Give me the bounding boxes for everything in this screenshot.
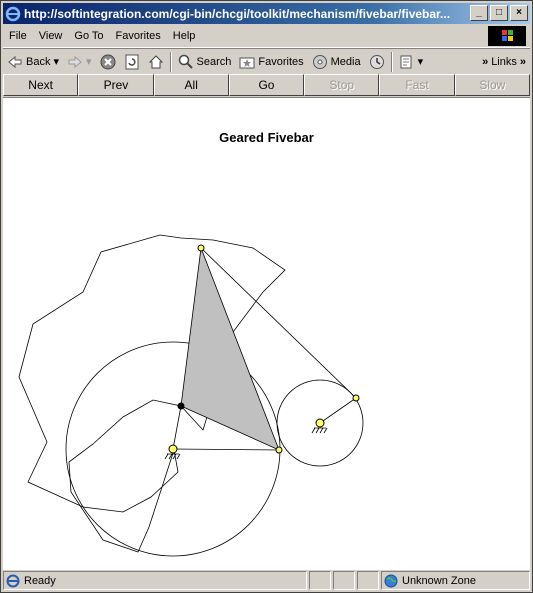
status-cell xyxy=(333,571,355,590)
ie-logo-icon xyxy=(5,6,21,21)
security-zone[interactable]: Unknown Zone xyxy=(381,571,530,590)
all-button[interactable]: All xyxy=(153,74,229,96)
animation-control-bar: Next Prev All Go Stop Fast Slow xyxy=(3,74,530,96)
mail-icon xyxy=(400,55,412,68)
search-icon xyxy=(178,54,193,69)
standard-toolbar: Back ▾ ▾ Search Favorites Media ▾ » Link… xyxy=(3,48,530,75)
media-button[interactable]: Media xyxy=(308,51,365,73)
link-right-crank xyxy=(319,397,357,424)
favorites-icon xyxy=(239,57,255,68)
back-button[interactable]: Back ▾ xyxy=(3,51,63,73)
close-button[interactable]: × xyxy=(510,5,528,21)
status-cell xyxy=(357,571,379,590)
title-bar[interactable]: http://softintegration.com/cgi-bin/chcgi… xyxy=(3,3,530,24)
forward-arrow-icon xyxy=(68,55,82,68)
history-icon xyxy=(369,54,384,69)
forward-dropdown-icon[interactable]: ▾ xyxy=(86,55,92,68)
stop-animation-button: Stop xyxy=(304,74,380,96)
menu-go-to[interactable]: Go To xyxy=(68,30,109,42)
stop-button[interactable] xyxy=(96,51,120,73)
menu-help[interactable]: Help xyxy=(167,30,202,42)
status-main: Ready xyxy=(3,571,307,590)
zone-label: Unknown Zone xyxy=(402,574,476,587)
go-button[interactable]: Go xyxy=(228,74,305,96)
page-content: Geared Fivebar xyxy=(3,97,530,570)
history-button[interactable] xyxy=(365,51,389,73)
menu-favorites[interactable]: Favorites xyxy=(110,30,167,42)
globe-icon xyxy=(384,574,398,587)
window-title: http://softintegration.com/cgi-bin/chcgi… xyxy=(24,6,451,21)
next-button[interactable]: Next xyxy=(3,74,79,96)
back-dropdown-icon[interactable]: ▾ xyxy=(53,55,59,68)
home-icon xyxy=(148,54,163,68)
back-label: Back xyxy=(26,55,51,68)
favorites-button[interactable]: Favorites xyxy=(235,51,307,73)
status-bar: Ready Unknown Zone xyxy=(3,571,530,590)
windows-logo-icon xyxy=(488,26,526,46)
menu-bar: File View Go To Favorites Help xyxy=(3,25,530,48)
coupler-triangle xyxy=(180,247,280,451)
right-ground-pivot-icon xyxy=(311,418,328,434)
mail-dropdown-icon[interactable]: ▾ xyxy=(418,55,424,68)
page-icon xyxy=(6,574,20,587)
refresh-button[interactable] xyxy=(120,51,144,73)
media-label: Media xyxy=(330,55,361,68)
menu-file[interactable]: File xyxy=(3,30,33,42)
stop-icon xyxy=(100,54,116,69)
back-arrow-icon xyxy=(8,55,22,68)
forward-button[interactable]: ▾ xyxy=(63,51,96,73)
slow-button: Slow xyxy=(454,74,530,96)
media-icon xyxy=(312,54,327,69)
toolbar-separator xyxy=(390,51,393,72)
link-left-crank xyxy=(172,405,182,450)
chevron-right-icon: » xyxy=(482,55,489,68)
chevron-right-icon: » xyxy=(519,55,526,68)
refresh-icon xyxy=(125,54,139,69)
mechanism-diagram xyxy=(18,234,364,557)
home-button[interactable] xyxy=(144,51,168,73)
maximize-button[interactable]: □ xyxy=(490,5,508,21)
prev-button[interactable]: Prev xyxy=(78,74,154,96)
joint-right-crank xyxy=(352,394,360,402)
joint-top xyxy=(197,244,205,252)
mail-button[interactable]: ▾ xyxy=(395,51,428,73)
status-text: Ready xyxy=(24,574,56,587)
left-ground-pivot-icon xyxy=(164,444,181,460)
fast-button: Fast xyxy=(379,74,455,96)
browser-window: http://softintegration.com/cgi-bin/chcgi… xyxy=(0,0,533,593)
search-button[interactable]: Search xyxy=(174,51,236,73)
links-label: Links xyxy=(491,55,517,68)
favorites-label: Favorites xyxy=(258,55,304,68)
links-button[interactable]: » Links » xyxy=(478,51,530,73)
menu-view[interactable]: View xyxy=(33,30,69,42)
link-ground xyxy=(172,448,280,451)
status-cell xyxy=(309,571,331,590)
toolbar-separator xyxy=(169,51,172,72)
joint-left-crank xyxy=(177,402,185,410)
joint-right xyxy=(275,446,283,454)
minimize-button[interactable]: _ xyxy=(470,5,488,21)
search-label: Search xyxy=(196,55,232,68)
